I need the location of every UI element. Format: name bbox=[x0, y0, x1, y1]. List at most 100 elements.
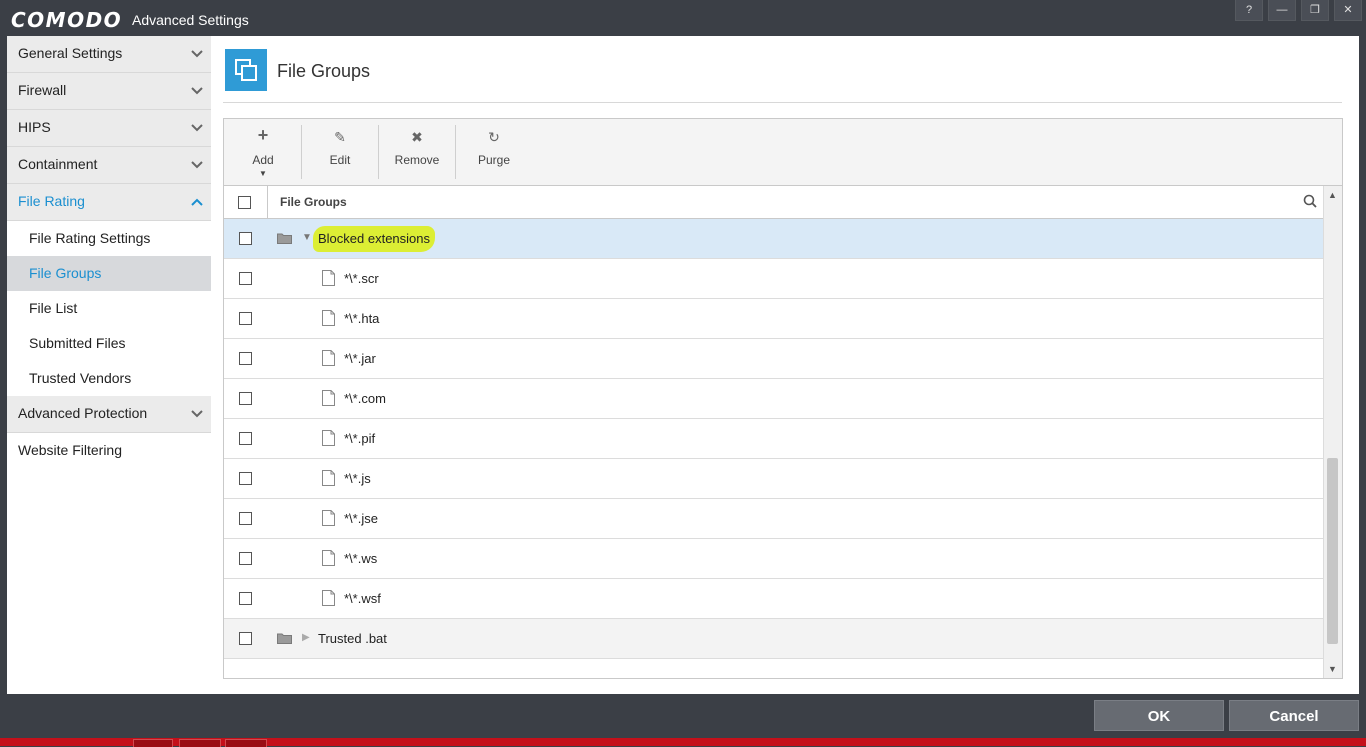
help-button[interactable]: ? bbox=[1235, 0, 1263, 21]
row-checkbox[interactable] bbox=[239, 392, 252, 405]
sidebar-subitem-label: File Rating Settings bbox=[29, 230, 151, 246]
sidebar-item-advanced-protection[interactable]: Advanced Protection bbox=[7, 396, 211, 433]
file-icon bbox=[322, 270, 335, 286]
file-icon bbox=[322, 510, 335, 526]
file-row[interactable]: *\*.com bbox=[224, 379, 1323, 419]
row-checkbox[interactable] bbox=[239, 632, 252, 645]
sidebar-subitem-submitted-files[interactable]: Submitted Files bbox=[7, 326, 211, 361]
file-groups-list: ▼ Blocked extensions *\*.scr *\*.hta *\*… bbox=[224, 219, 1323, 659]
row-checkbox[interactable] bbox=[239, 432, 252, 445]
search-icon[interactable] bbox=[1303, 194, 1317, 208]
group-row-blocked-extensions[interactable]: ▼ Blocked extensions bbox=[224, 219, 1323, 259]
file-pattern: *\*.jar bbox=[344, 351, 376, 366]
file-pattern: *\*.com bbox=[344, 391, 386, 406]
sidebar-subitem-file-list[interactable]: File List bbox=[7, 291, 211, 326]
purge-label: Purge bbox=[477, 153, 511, 167]
file-row[interactable]: *\*.ws bbox=[224, 539, 1323, 579]
file-row[interactable]: *\*.wsf bbox=[224, 579, 1323, 619]
file-pattern: *\*.pif bbox=[344, 431, 376, 446]
caret-down-icon: ▼ bbox=[259, 169, 267, 178]
chevron-down-icon bbox=[191, 161, 203, 169]
file-row[interactable]: *\*.hta bbox=[224, 299, 1323, 339]
group-row-trusted-bat[interactable]: ▶ Trusted .bat bbox=[224, 619, 1323, 659]
refresh-icon: ↻ bbox=[488, 129, 500, 145]
chevron-down-icon bbox=[191, 410, 203, 418]
row-checkbox[interactable] bbox=[239, 352, 252, 365]
file-icon bbox=[322, 310, 335, 326]
file-pattern: *\*.wsf bbox=[344, 591, 381, 606]
file-icon bbox=[322, 550, 335, 566]
sidebar-subitem-label: Submitted Files bbox=[29, 335, 126, 351]
sidebar-subitem-file-rating-settings[interactable]: File Rating Settings bbox=[7, 221, 211, 256]
sidebar-subitem-label: File List bbox=[29, 300, 78, 316]
sidebar-item-label: Website Filtering bbox=[18, 442, 123, 458]
sidebar-item-website-filtering[interactable]: Website Filtering bbox=[7, 433, 211, 469]
file-row[interactable]: *\*.js bbox=[224, 459, 1323, 499]
row-checkbox[interactable] bbox=[239, 312, 252, 325]
sidebar: General Settings Firewall HIPS Containme… bbox=[7, 36, 211, 694]
remove-button[interactable]: ✖ Remove bbox=[379, 119, 455, 185]
sidebar-subitem-file-groups[interactable]: File Groups bbox=[7, 256, 211, 291]
group-name: Trusted .bat bbox=[318, 631, 387, 646]
scroll-thumb[interactable] bbox=[1327, 458, 1338, 644]
folder-icon bbox=[277, 233, 292, 244]
sidebar-item-label: Containment bbox=[18, 156, 98, 172]
close-button[interactable]: ✕ bbox=[1334, 0, 1362, 21]
sidebar-item-hips[interactable]: HIPS bbox=[7, 110, 211, 147]
file-row[interactable]: *\*.jse bbox=[224, 499, 1323, 539]
divider bbox=[223, 102, 1342, 103]
row-checkbox[interactable] bbox=[239, 232, 252, 245]
edit-label: Edit bbox=[329, 153, 351, 167]
sidebar-subitem-trusted-vendors[interactable]: Trusted Vendors bbox=[7, 361, 211, 396]
sidebar-item-firewall[interactable]: Firewall bbox=[7, 73, 211, 110]
sidebar-item-general-settings[interactable]: General Settings bbox=[7, 36, 211, 73]
file-row[interactable]: *\*.scr bbox=[224, 259, 1323, 299]
row-checkbox[interactable] bbox=[239, 552, 252, 565]
select-all-checkbox[interactable] bbox=[238, 196, 251, 209]
file-groups-panel: + Add ▼ ✎ Edit ✖ Remove ↻ Purge File Gro… bbox=[223, 118, 1343, 679]
chevron-down-icon bbox=[191, 124, 203, 132]
cross-icon: ✖ bbox=[411, 129, 423, 145]
file-icon bbox=[322, 590, 335, 606]
cancel-button[interactable]: Cancel bbox=[1229, 700, 1359, 731]
purge-button[interactable]: ↻ Purge bbox=[456, 119, 532, 185]
file-icon bbox=[322, 350, 335, 366]
toolbar: + Add ▼ ✎ Edit ✖ Remove ↻ Purge bbox=[224, 119, 1342, 186]
window-title: Advanced Settings bbox=[132, 12, 249, 28]
sidebar-subitem-label: File Groups bbox=[29, 265, 102, 281]
sidebar-subitem-label: Trusted Vendors bbox=[29, 370, 132, 386]
sidebar-item-label: File Rating bbox=[18, 193, 85, 209]
file-row[interactable]: *\*.jar bbox=[224, 339, 1323, 379]
scroll-down-icon[interactable]: ▼ bbox=[1328, 664, 1337, 674]
file-icon bbox=[322, 430, 335, 446]
sidebar-item-containment[interactable]: Containment bbox=[7, 147, 211, 184]
edit-button[interactable]: ✎ Edit bbox=[302, 119, 378, 185]
sidebar-item-label: HIPS bbox=[18, 119, 51, 135]
vertical-scrollbar[interactable]: ▲ ▼ bbox=[1323, 186, 1342, 678]
sidebar-item-file-rating[interactable]: File Rating bbox=[7, 184, 211, 221]
add-label: Add bbox=[252, 153, 274, 167]
plus-icon: + bbox=[257, 125, 269, 145]
file-row[interactable]: *\*.pif bbox=[224, 419, 1323, 459]
folder-icon bbox=[277, 633, 292, 644]
minimize-button[interactable]: — bbox=[1268, 0, 1296, 21]
window-controls: ? — ❐ ✕ bbox=[1230, 0, 1362, 21]
sidebar-item-label: Advanced Protection bbox=[18, 405, 148, 421]
row-checkbox[interactable] bbox=[239, 592, 252, 605]
row-checkbox[interactable] bbox=[239, 512, 252, 525]
file-icon bbox=[322, 390, 335, 406]
chevron-down-icon bbox=[191, 50, 203, 58]
sidebar-item-label: Firewall bbox=[18, 82, 67, 98]
taskbar bbox=[0, 738, 1366, 747]
add-button[interactable]: + Add ▼ bbox=[225, 119, 301, 185]
ok-button[interactable]: OK bbox=[1094, 700, 1224, 731]
scroll-up-icon[interactable]: ▲ bbox=[1328, 190, 1337, 200]
row-checkbox[interactable] bbox=[239, 472, 252, 485]
column-header-file-groups[interactable]: File Groups bbox=[280, 195, 347, 209]
restore-button[interactable]: ❐ bbox=[1301, 0, 1329, 21]
row-checkbox[interactable] bbox=[239, 272, 252, 285]
collapsed-triangle-icon[interactable]: ▶ bbox=[302, 632, 310, 643]
file-pattern: *\*.ws bbox=[344, 551, 378, 566]
file-pattern: *\*.scr bbox=[344, 271, 379, 286]
expanded-triangle-icon[interactable]: ▼ bbox=[302, 232, 312, 243]
